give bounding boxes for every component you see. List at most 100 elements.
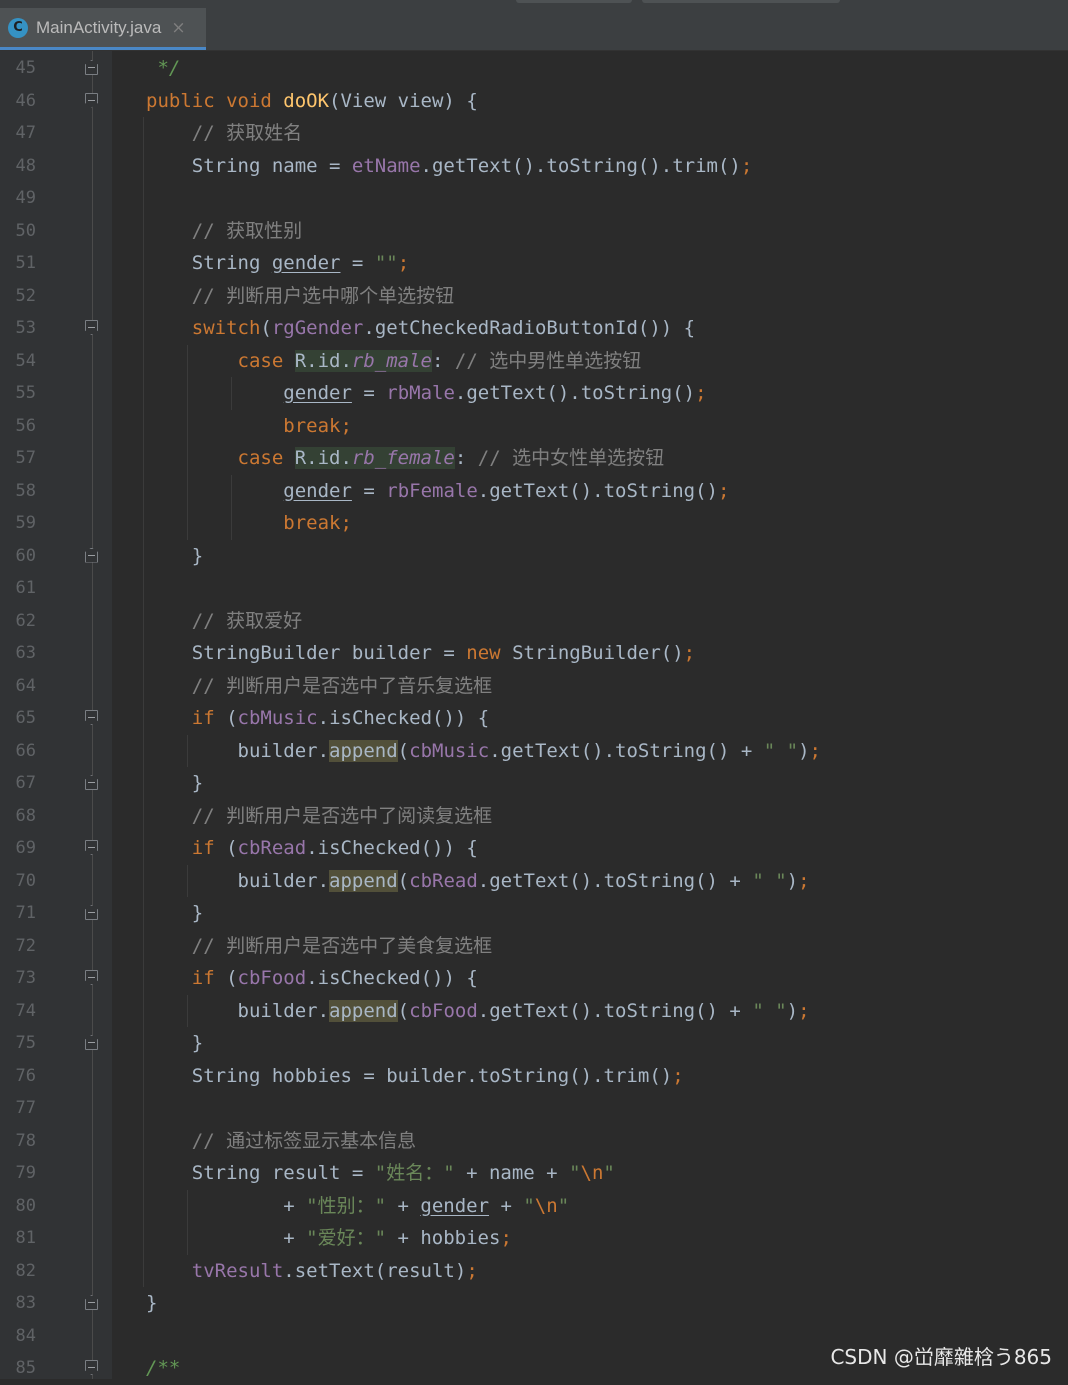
code-text: builder.append(cbMusic.getText().toStrin… bbox=[146, 739, 821, 762]
code-line[interactable]: 64 // 判断用户是否选中了音乐复选框 bbox=[0, 670, 1068, 703]
line-number: 49 bbox=[15, 188, 36, 208]
code-line[interactable]: 48 String name = etName.getText().toStri… bbox=[0, 150, 1068, 183]
line-number: 50 bbox=[15, 220, 36, 241]
code-text: builder.append(cbRead.getText().toString… bbox=[146, 869, 810, 892]
line-number: 57 bbox=[15, 448, 36, 468]
indent-guide bbox=[231, 377, 232, 410]
code-line[interactable]: 55 gender = rbMale.getText().toString(); bbox=[0, 377, 1068, 410]
indent-guide bbox=[187, 1189, 188, 1255]
fold-collapse-icon[interactable] bbox=[85, 775, 98, 790]
fold-expand-icon[interactable] bbox=[85, 710, 98, 725]
code-line[interactable]: 74 builder.append(cbFood.getText().toStr… bbox=[0, 995, 1068, 1028]
code-text: public void doOK(View view) { bbox=[146, 89, 478, 112]
code-text: } bbox=[146, 1032, 204, 1054]
code-line[interactable]: 78 // 通过标签显示基本信息 bbox=[0, 1125, 1068, 1158]
code-text: // 判断用户是否选中了音乐复选框 bbox=[191, 674, 493, 697]
line-number: 48 bbox=[15, 155, 36, 176]
code-text: gender = rbFemale.getText().toString(); bbox=[283, 479, 730, 502]
code-line[interactable]: 61 bbox=[0, 572, 1068, 605]
line-number: 60 bbox=[15, 545, 36, 566]
close-icon[interactable]: × bbox=[171, 18, 185, 38]
code-line[interactable]: 68 // 判断用户是否选中了阅读复选框 bbox=[0, 800, 1068, 833]
code-line[interactable]: 67 } bbox=[0, 767, 1068, 800]
code-text: if (cbRead.isChecked()) { bbox=[191, 837, 478, 859]
code-line[interactable]: 82 tvResult.setText(result); bbox=[0, 1255, 1068, 1288]
tab-scroll-indicator bbox=[642, 0, 840, 3]
code-line[interactable]: 62 // 获取爱好 bbox=[0, 605, 1068, 638]
code-text: String gender = ""; bbox=[146, 252, 410, 274]
line-number: 74 bbox=[15, 1000, 36, 1021]
code-line[interactable]: 54 case R.id.rb_male: // 选中男性单选按钮 bbox=[0, 345, 1068, 378]
code-text: /** bbox=[146, 1357, 181, 1379]
code-line[interactable]: 71 } bbox=[0, 897, 1068, 930]
line-number: 46 bbox=[15, 90, 36, 111]
code-line[interactable]: 65 if (cbMusic.isChecked()) { bbox=[0, 702, 1068, 735]
code-line[interactable]: 52 // 判断用户选中哪个单选按钮 bbox=[0, 280, 1068, 313]
line-number: 69 bbox=[15, 838, 36, 858]
line-number: 85 bbox=[15, 1358, 36, 1378]
code-line[interactable]: 59 break; bbox=[0, 507, 1068, 540]
indent-guide bbox=[143, 117, 144, 1287]
code-line[interactable]: 75 } bbox=[0, 1027, 1068, 1060]
code-line[interactable]: 57 case R.id.rb_female: // 选中女性单选按钮 bbox=[0, 442, 1068, 475]
code-line[interactable]: 83} bbox=[0, 1287, 1068, 1320]
code-text: StringBuilder builder = new StringBuilde… bbox=[146, 642, 696, 664]
code-line[interactable]: 51 String gender = ""; bbox=[0, 247, 1068, 280]
code-line[interactable]: 77 bbox=[0, 1092, 1068, 1125]
code-text: if (cbFood.isChecked()) { bbox=[191, 967, 478, 989]
code-text: String result = "姓名：" + name + "\n" bbox=[146, 1162, 615, 1184]
code-line[interactable]: 47 // 获取姓名 bbox=[0, 117, 1068, 150]
line-number: 67 bbox=[15, 773, 36, 793]
code-editor[interactable]: 45 */ 46 public void doOK(View view) { 47 /… bbox=[0, 51, 1068, 1379]
code-line[interactable]: 53 switch(rgGender.getCheckedRadioButton… bbox=[0, 312, 1068, 345]
fold-expand-icon[interactable] bbox=[85, 92, 98, 108]
fold-collapse-icon[interactable] bbox=[85, 1295, 98, 1310]
code-line[interactable]: 46 public void doOK(View view) { bbox=[0, 85, 1068, 118]
line-number: 61 bbox=[15, 578, 36, 598]
code-line[interactable]: 80 + "性别：" + gender + "\n" bbox=[0, 1190, 1068, 1223]
code-text: + "爱好：" + hobbies; bbox=[146, 1227, 512, 1249]
tab-main-activity[interactable]: C MainActivity.java × bbox=[0, 8, 206, 50]
line-number: 45 bbox=[15, 58, 36, 78]
code-text: } bbox=[146, 544, 204, 567]
code-line[interactable]: 60 } bbox=[0, 540, 1068, 573]
line-number: 47 bbox=[15, 123, 36, 143]
tab-title: MainActivity.java bbox=[36, 17, 162, 37]
code-line[interactable]: 45 */ bbox=[0, 52, 1068, 85]
line-number: 83 bbox=[15, 1293, 36, 1313]
code-text: // 判断用户是否选中了美食复选框 bbox=[191, 934, 493, 957]
line-number: 79 bbox=[15, 1163, 36, 1183]
line-number: 73 bbox=[15, 968, 36, 988]
code-line[interactable]: 58 gender = rbFemale.getText().toString(… bbox=[0, 475, 1068, 508]
line-number: 80 bbox=[15, 1195, 36, 1216]
code-text: } bbox=[146, 902, 204, 924]
code-line[interactable]: 63 StringBuilder builder = new StringBui… bbox=[0, 637, 1068, 670]
code-text: } bbox=[146, 772, 204, 794]
fold-expand-icon[interactable] bbox=[85, 840, 98, 855]
line-number: 58 bbox=[15, 480, 36, 501]
code-line[interactable]: 72 // 判断用户是否选中了美食复选框 bbox=[0, 930, 1068, 963]
code-line[interactable]: 76 String hobbies = builder.toString().t… bbox=[0, 1060, 1068, 1093]
fold-collapse-icon[interactable] bbox=[85, 905, 98, 920]
code-text: builder.append(cbFood.getText().toString… bbox=[146, 999, 810, 1022]
code-line[interactable]: 50 // 获取性别 bbox=[0, 215, 1068, 248]
code-line[interactable]: 79 String result = "姓名：" + name + "\n" bbox=[0, 1157, 1068, 1190]
line-number: 62 bbox=[15, 610, 36, 631]
code-line[interactable]: 56 break; bbox=[0, 410, 1068, 443]
code-line[interactable]: 73 if (cbFood.isChecked()) { bbox=[0, 962, 1068, 995]
fold-expand-icon[interactable] bbox=[85, 1360, 98, 1375]
fold-collapse-icon[interactable] bbox=[85, 1035, 98, 1050]
code-line[interactable]: 70 builder.append(cbRead.getText().toStr… bbox=[0, 865, 1068, 898]
code-line[interactable]: 81 + "爱好：" + hobbies; bbox=[0, 1222, 1068, 1255]
code-line[interactable]: 49 bbox=[0, 182, 1068, 215]
line-number: 53 bbox=[15, 318, 36, 338]
code-line[interactable]: 66 builder.append(cbMusic.getText().toSt… bbox=[0, 735, 1068, 768]
fold-expand-icon[interactable] bbox=[85, 320, 98, 335]
code-line[interactable]: 69 if (cbRead.isChecked()) { bbox=[0, 832, 1068, 865]
fold-collapse-icon[interactable] bbox=[85, 547, 98, 563]
fold-collapse-icon[interactable] bbox=[85, 60, 98, 75]
indent-guide bbox=[187, 864, 188, 897]
fold-expand-icon[interactable] bbox=[85, 970, 98, 985]
indent-guide bbox=[231, 474, 232, 540]
code-text: } bbox=[146, 1292, 158, 1314]
